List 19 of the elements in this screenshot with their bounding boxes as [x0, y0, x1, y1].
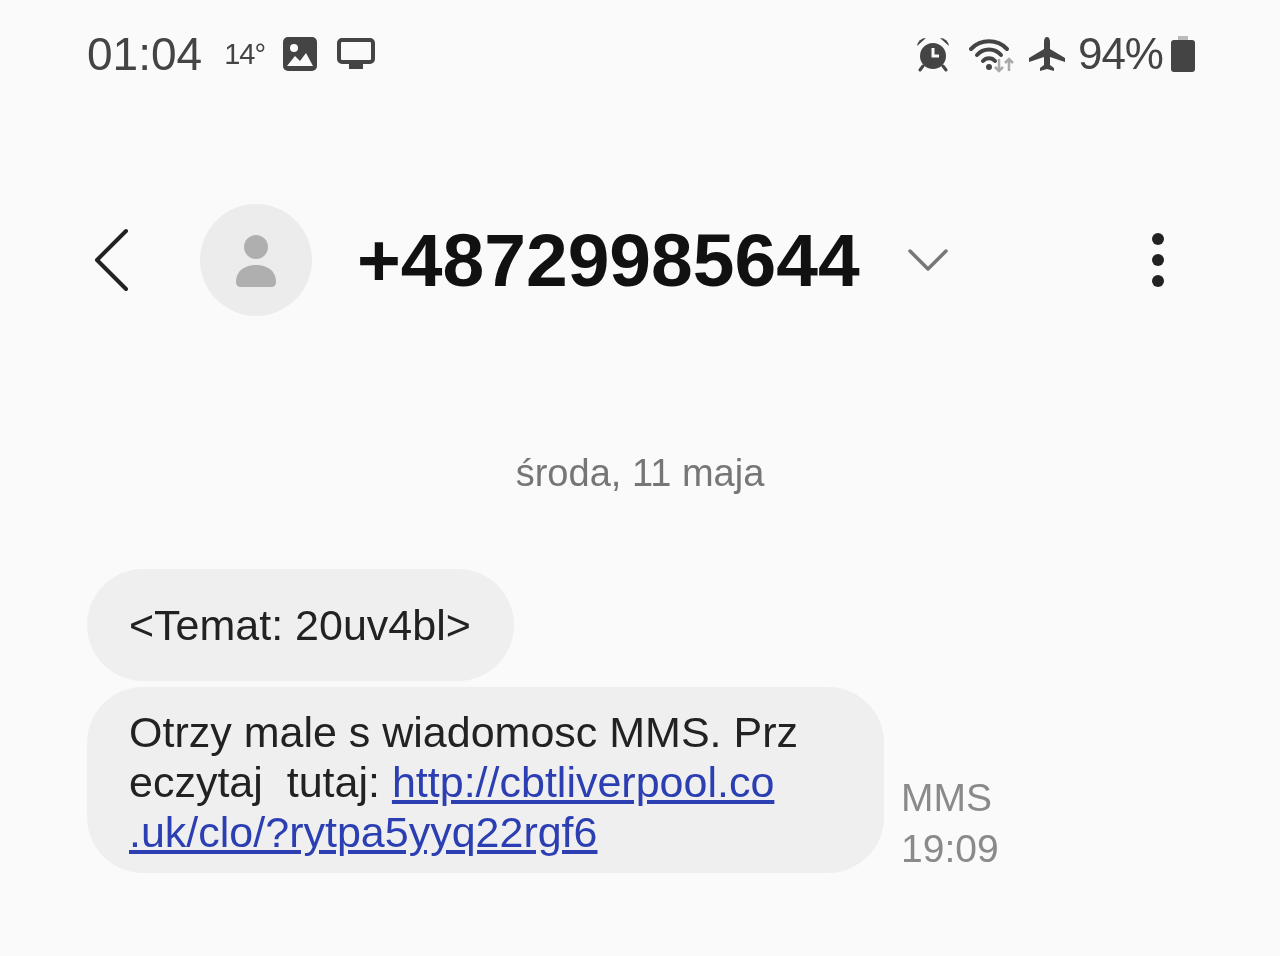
message-link[interactable]: .uk/clo/?rytpa5yyq22rgf6 [129, 808, 598, 856]
battery-icon [1171, 36, 1195, 72]
back-icon[interactable] [93, 228, 129, 292]
airplane-icon [1027, 36, 1066, 72]
contact-number: +48729985644 [357, 217, 860, 303]
chevron-down-icon[interactable] [907, 248, 948, 272]
more-options-icon[interactable] [1151, 232, 1165, 288]
monitor-icon [337, 38, 375, 70]
message-time: 19:09 [901, 826, 999, 872]
date-divider: środa, 11 maja [515, 451, 765, 495]
battery-percent: 94% [1077, 28, 1163, 80]
image-icon [283, 37, 317, 71]
message-text: Otrzy male s wiadomosc MMS. Prz eczytaj tutaj: http://cbtliverpool.co .uk/clo/?rytpa5yyq22rgf6 [129, 707, 798, 857]
message-type: MMS [901, 775, 993, 821]
status-time: 01:04 [87, 28, 203, 80]
temperature-text: 14° [224, 37, 265, 71]
alarm-icon [914, 36, 951, 72]
message-link[interactable]: http://cbtliverpool.co [391, 758, 775, 806]
message-text: <Temat: 20uv4bl> [129, 600, 471, 650]
